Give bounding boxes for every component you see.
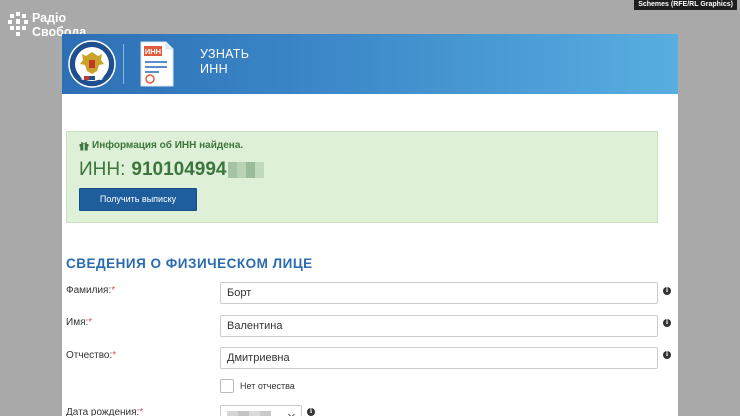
- fns-emblem-icon[interactable]: [68, 40, 116, 88]
- image-credit: Schemes (RFE/RL Graphics): [634, 0, 737, 10]
- alert-message: Информация об ИНН найдена.: [92, 140, 244, 151]
- header-title-line2: ИНН: [200, 62, 228, 76]
- patronymic-label-text: Отчество:: [66, 350, 113, 361]
- surname-info-icon[interactable]: i: [663, 287, 671, 295]
- inn-document-icon[interactable]: ИНН: [140, 41, 174, 87]
- no-patronymic-checkbox[interactable]: [220, 379, 234, 393]
- required-mark: *: [88, 317, 93, 328]
- gift-icon: [79, 141, 89, 150]
- birth-date-redacted-value: [227, 411, 271, 416]
- get-extract-button[interactable]: Получить выписку: [79, 188, 197, 211]
- section-title: СВЕДЕНИЯ О ФИЗИЧЕСКОМ ЛИЦЕ: [66, 256, 313, 271]
- birth-date-label-text: Дата рождения:: [66, 407, 140, 416]
- surname-label-text: Фамилия:: [66, 285, 112, 296]
- header-title-line1: УЗНАТЬ: [200, 47, 250, 61]
- radio-svoboda-mark-icon: [8, 12, 28, 36]
- required-mark: *: [111, 285, 116, 296]
- surname-label: Фамилия:*: [66, 285, 115, 296]
- name-label-text: Имя:: [66, 317, 89, 328]
- birth-date-info-icon[interactable]: i: [307, 408, 315, 416]
- inn-found-alert: Информация об ИНН найдена. ИНН: 91010499…: [66, 131, 658, 223]
- required-mark: *: [139, 407, 144, 416]
- tax-service-page: ИНН УЗНАТЬ ИНН Информация об ИНН найдена…: [62, 34, 678, 416]
- site-header: ИНН УЗНАТЬ ИНН: [62, 34, 678, 94]
- header-title[interactable]: УЗНАТЬ ИНН: [200, 47, 249, 77]
- alert-message-row: Информация об ИНН найдена.: [79, 140, 243, 151]
- name-input[interactable]: Валентина: [220, 315, 658, 337]
- inn-redacted-digits: [227, 162, 264, 178]
- inn-badge-text: ИНН: [145, 47, 161, 56]
- name-info-icon[interactable]: i: [663, 319, 671, 327]
- required-mark: *: [112, 350, 117, 361]
- inn-result: ИНН: 910104994: [79, 159, 264, 181]
- surname-input[interactable]: Борт: [220, 282, 658, 304]
- inn-label: ИНН:: [79, 159, 126, 180]
- wordmark-line1: Радіо: [32, 11, 67, 25]
- chevron-down-icon: [288, 413, 295, 416]
- name-label: Имя:*: [66, 317, 92, 328]
- no-patronymic-label[interactable]: Нет отчества: [240, 381, 295, 391]
- patronymic-label: Отчество:*: [66, 350, 116, 361]
- inn-value: 910104994: [131, 159, 227, 180]
- patronymic-info-icon[interactable]: i: [663, 351, 671, 359]
- birth-date-label: Дата рождения:*: [66, 407, 143, 416]
- patronymic-input[interactable]: Дмитриевна: [220, 347, 658, 369]
- birth-date-select[interactable]: [220, 405, 302, 416]
- header-divider: [123, 44, 124, 84]
